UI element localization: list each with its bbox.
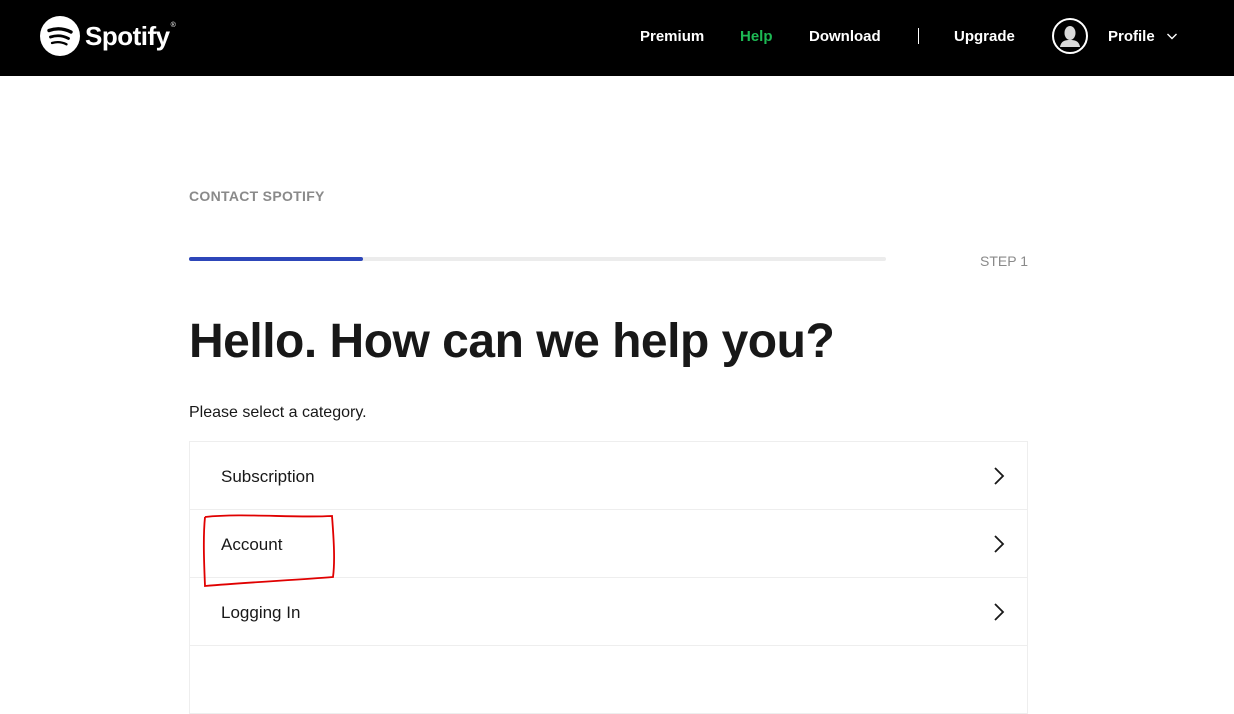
category-item-account[interactable]: Account [190, 510, 1027, 578]
step-indicator: STEP 1 [980, 253, 1028, 269]
category-item-logging-in[interactable]: Logging In [190, 578, 1027, 646]
progress-fill [189, 257, 364, 261]
category-item-subscription[interactable]: Subscription [190, 442, 1027, 510]
chevron-right-icon [994, 467, 1005, 485]
profile-menu-button[interactable]: Profile [1108, 28, 1155, 45]
chevron-down-icon[interactable] [1166, 31, 1178, 41]
nav-upgrade[interactable]: Upgrade [954, 28, 1015, 45]
top-navigation-bar: Spotify ® Premium Help Download Upgrade … [0, 0, 1234, 76]
category-prompt: Please select a category. [189, 404, 367, 421]
category-label: Logging In [221, 603, 301, 622]
nav-premium[interactable]: Premium [640, 28, 704, 45]
category-label: Account [221, 535, 283, 554]
chevron-right-icon [994, 603, 1005, 621]
brand-name: Spotify [85, 20, 170, 51]
nav-download[interactable]: Download [809, 28, 881, 45]
step-progress-bar [189, 257, 886, 261]
nav-help[interactable]: Help [740, 28, 773, 45]
spotify-logo[interactable]: Spotify ® [40, 16, 176, 56]
category-label: Subscription [221, 467, 315, 486]
page-title: Hello. How can we help you? [189, 315, 835, 368]
chevron-right-icon [994, 535, 1005, 553]
registered-mark: ® [170, 22, 176, 29]
category-list: Subscription Account Logging In [189, 441, 1028, 714]
category-item-partial[interactable] [190, 646, 1027, 714]
section-eyebrow: CONTACT SPOTIFY [189, 188, 325, 204]
nav-divider [918, 28, 919, 44]
spotify-logo-icon [40, 16, 80, 56]
user-avatar-icon[interactable] [1052, 18, 1088, 54]
